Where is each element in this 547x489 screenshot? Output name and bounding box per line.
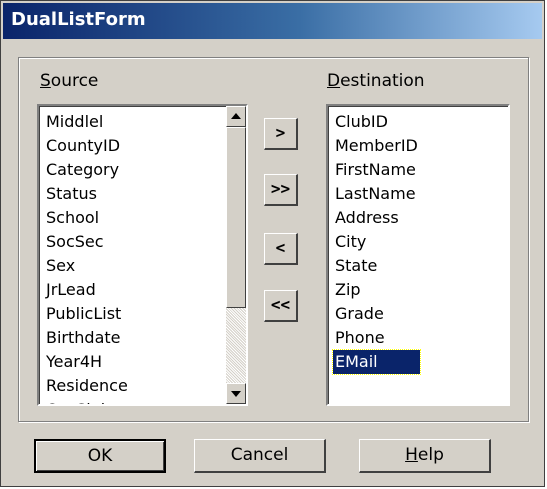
list-item[interactable]: Address [333,206,420,230]
list-item[interactable]: OrgClub [44,398,130,404]
list-item[interactable]: EMail [332,349,421,375]
source-label: Source [40,71,99,91]
list-item[interactable]: Birthdate [44,326,130,350]
destination-listbox[interactable]: ClubID MemberID FirstName LastName Address Ci… [326,104,510,406]
list-item[interactable]: Year4H [44,350,130,374]
ok-button[interactable]: OK [34,439,166,473]
list-item[interactable]: State [333,254,420,278]
list-item[interactable]: Phone [333,326,420,350]
source-scrollbar[interactable] [226,106,246,404]
list-item[interactable]: PublicList [44,302,130,326]
list-item[interactable]: Zip [333,278,420,302]
list-item[interactable]: Middlel [44,110,130,134]
window-title: DualListForm [11,9,146,30]
include-button[interactable]: > [264,118,298,150]
source-items: Middlel CountyID Category Status School SocSe… [44,110,130,404]
list-item[interactable]: Residence [44,374,130,398]
destination-items: ClubID MemberID FirstName LastName Address Ci… [332,110,421,375]
down-arrow-icon [231,391,241,397]
list-item[interactable]: LastName [333,182,420,206]
list-item[interactable]: School [44,206,130,230]
list-item[interactable]: Status [44,182,130,206]
include-all-button[interactable]: >> [264,174,298,206]
list-item[interactable]: ClubID [333,110,420,134]
exclude-all-button[interactable]: << [264,290,298,322]
list-item[interactable]: Grade [333,302,420,326]
list-item[interactable]: City [333,230,420,254]
destination-label: Destination [327,71,425,91]
list-item[interactable]: SocSec [44,230,130,254]
source-listbox[interactable]: Middlel CountyID Category Status School SocSe… [37,104,248,406]
up-arrow-icon [231,113,241,119]
help-button[interactable]: Help [359,439,491,473]
list-item[interactable]: Sex [44,254,130,278]
list-item[interactable]: CountyID [44,134,130,158]
scroll-up-button[interactable] [226,106,246,127]
scroll-down-button[interactable] [226,383,246,404]
list-item[interactable]: MemberID [333,134,420,158]
list-item[interactable]: JrLead [44,278,130,302]
list-item[interactable]: Category [44,158,130,182]
exclude-button[interactable]: < [264,233,298,265]
cancel-button[interactable]: Cancel [194,439,326,473]
list-item[interactable]: FirstName [333,158,420,182]
dual-list-dialog: DualListForm Source Destination Middlel C… [0,0,545,487]
title-bar[interactable]: DualListForm [3,3,542,39]
scroll-thumb[interactable] [226,127,246,308]
